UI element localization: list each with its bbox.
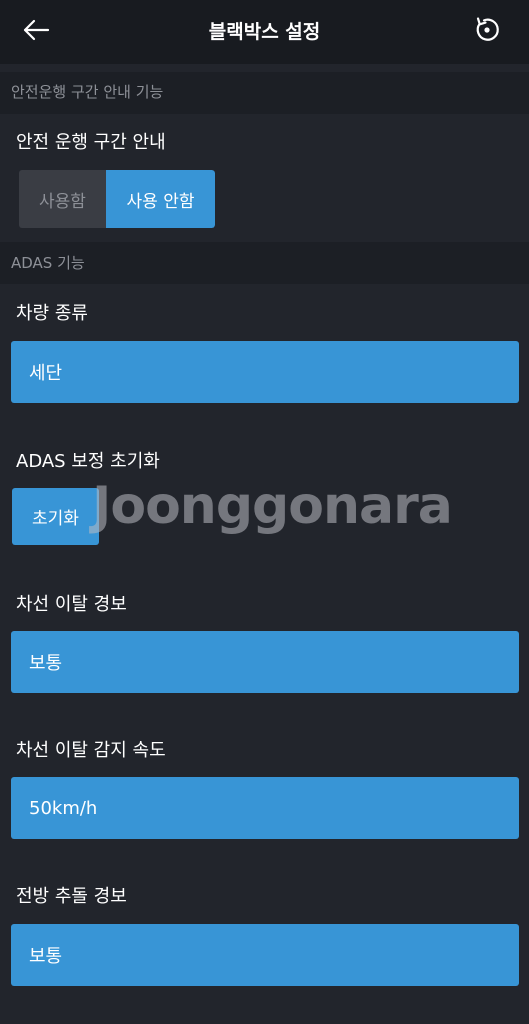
forward-collision-label: 전방 추돌 경보 (16, 886, 127, 907)
lane-speed-select[interactable]: 50km/h (11, 777, 519, 839)
section-header-safe-driving: 안전운행 구간 안내 기능 (0, 72, 529, 114)
lane-departure-select[interactable]: 보통 (11, 631, 519, 693)
reset-icon (476, 17, 499, 41)
watermark: Joonggonara (92, 476, 453, 536)
lane-departure-value: 보통 (29, 653, 63, 674)
lane-speed-value: 50km/h (29, 797, 98, 819)
lane-speed-label: 차선 이탈 감지 속도 (16, 740, 166, 761)
reset-button[interactable] (465, 10, 509, 50)
safe-driving-toggle: 사용함 사용 안함 (19, 170, 215, 228)
safe-driving-label: 안전 운행 구간 안내 (16, 132, 166, 153)
not-use-option-button[interactable]: 사용 안함 (106, 170, 215, 228)
vehicle-type-label: 차량 종류 (16, 303, 88, 324)
app-header: 블랙박스 설정 (0, 0, 529, 64)
blackbox-settings-screen: 블랙박스 설정 안전운행 구간 안내 기능 안전 운행 구간 안내 사용함 사용… (0, 0, 529, 1024)
adas-calibration-reset-label: ADAS 보정 초기화 (16, 451, 160, 472)
section-header-adas: ADAS 기능 (0, 242, 529, 284)
page-title: 블랙박스 설정 (208, 21, 321, 43)
forward-collision-value: 보통 (29, 946, 63, 967)
use-option-button[interactable]: 사용함 (19, 170, 106, 228)
vehicle-type-select[interactable]: 세단 (11, 341, 519, 403)
forward-collision-select[interactable]: 보통 (11, 924, 519, 986)
vehicle-type-value: 세단 (29, 363, 63, 384)
calibration-reset-button[interactable]: 초기화 (12, 488, 99, 545)
lane-departure-label: 차선 이탈 경보 (16, 594, 127, 615)
